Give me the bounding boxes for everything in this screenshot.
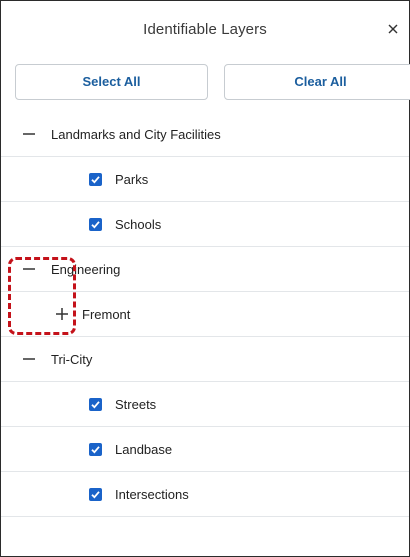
layer-row-schools[interactable]: Schools	[1, 202, 409, 247]
group-label: Tri-City	[51, 352, 93, 367]
group-label: Engineering	[51, 262, 121, 277]
panel-title: Identifiable Layers	[143, 21, 267, 38]
checkmark-icon	[91, 221, 100, 229]
checkmark-icon	[91, 401, 100, 409]
checkmark-icon	[91, 491, 100, 499]
collapse-minus-icon[interactable]	[21, 261, 37, 277]
checkbox-intersections[interactable]	[89, 488, 102, 501]
layer-row-intersections[interactable]: Intersections	[1, 472, 409, 517]
layer-label: Parks	[115, 172, 149, 187]
checkbox-schools[interactable]	[89, 218, 102, 231]
layer-row-streets[interactable]: Streets	[1, 382, 409, 427]
group-row-engineering[interactable]: Engineering	[1, 247, 409, 292]
checkbox-landbase[interactable]	[89, 443, 102, 456]
panel-header: Identifiable Layers	[1, 1, 409, 57]
collapse-minus-icon[interactable]	[21, 351, 37, 367]
layer-label: Schools	[115, 217, 162, 232]
layer-label: Landbase	[115, 442, 173, 457]
group-row-tri-city[interactable]: Tri-City	[1, 337, 409, 382]
identifiable-layers-panel: Identifiable Layers Select All Clear All…	[0, 0, 410, 557]
collapse-minus-icon[interactable]	[21, 126, 37, 142]
layer-row-landbase[interactable]: Landbase	[1, 427, 409, 472]
close-icon[interactable]	[385, 21, 401, 37]
checkmark-icon	[91, 176, 100, 184]
subgroup-row-fremont[interactable]: Fremont	[1, 292, 409, 337]
clear-all-button[interactable]: Clear All	[224, 64, 410, 100]
checkbox-parks[interactable]	[89, 173, 102, 186]
expand-plus-icon[interactable]	[54, 306, 70, 322]
subgroup-label: Fremont	[82, 307, 131, 322]
group-row-landmarks[interactable]: Landmarks and City Facilities	[1, 112, 409, 157]
select-all-button[interactable]: Select All	[15, 64, 208, 100]
checkmark-icon	[91, 446, 100, 454]
layer-row-parks[interactable]: Parks	[1, 157, 409, 202]
layer-label: Streets	[115, 397, 157, 412]
layer-label: Intersections	[115, 487, 189, 502]
group-label: Landmarks and City Facilities	[51, 127, 221, 142]
checkbox-streets[interactable]	[89, 398, 102, 411]
